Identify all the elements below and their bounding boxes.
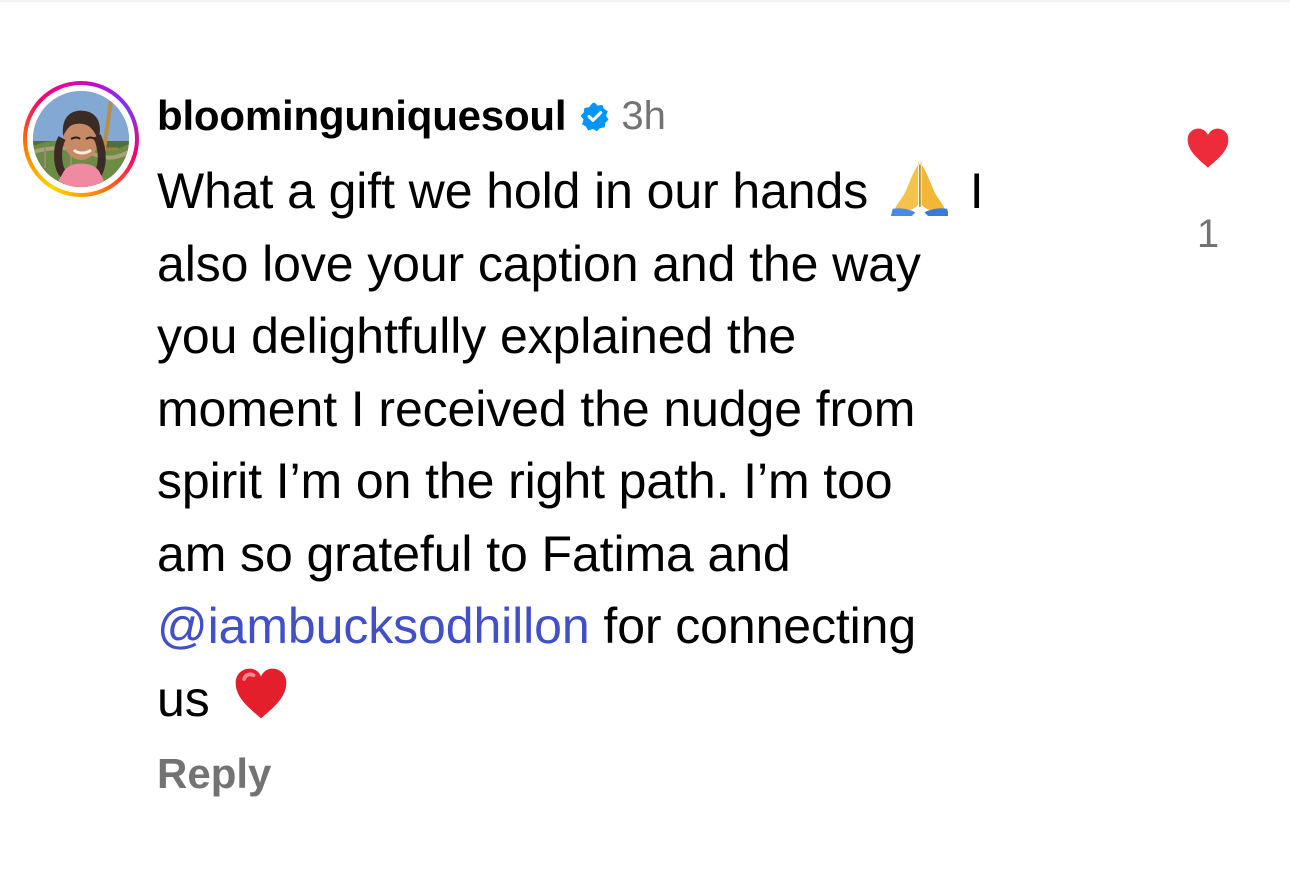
comment-item: bloominguniquesoul 3h What a gift we hol… [0,0,1290,880]
comment-text-line-3: you delightfully explained the [157,308,797,364]
comment-text-line-7: @iambucksodhillon for connecting [157,590,1137,663]
comment-content: bloominguniquesoul 3h What a gift we hol… [157,86,1147,797]
reply-button[interactable]: Reply [157,750,271,798]
comment-text-segment: for connecting [603,598,917,654]
verified-badge-icon [580,102,609,131]
timestamp[interactable]: 3h [621,94,666,139]
mention-link[interactable]: @iambucksodhillon [157,598,590,654]
red-heart-emoji [236,668,287,718]
comment-text-line-6: am so grateful to Fatima and [157,525,791,582]
comment-text-line-1: What a gift we hold in our hands I [157,155,1137,228]
like-count: 1 [1196,212,1220,256]
like-column: 1 [1168,122,1248,262]
comment-text-segment: us [157,670,210,727]
avatar[interactable] [33,91,129,187]
comment-text-line-2: also love your caption and the way [157,235,921,292]
username[interactable]: bloominguniquesoul [157,92,567,140]
comment-text-line-5: spirit I’m on the right path. I’m too [157,453,893,509]
comment-meta: bloominguniquesoul 3h [157,86,1147,146]
comment-text-line-8: us [157,663,1137,736]
avatar-gap [27,85,135,193]
comment-text-segment: What a gift we hold in our hands [157,163,869,219]
comment-text-line-4: moment I received the nudge from [157,380,916,437]
heart-icon[interactable] [1183,124,1233,174]
profile-photo [33,91,129,187]
story-ring[interactable] [23,81,139,197]
comment-text: What a gift we hold in our hands I also … [157,155,1137,735]
comment-text-segment: I [969,163,984,219]
folded-hands-emoji [890,162,948,216]
